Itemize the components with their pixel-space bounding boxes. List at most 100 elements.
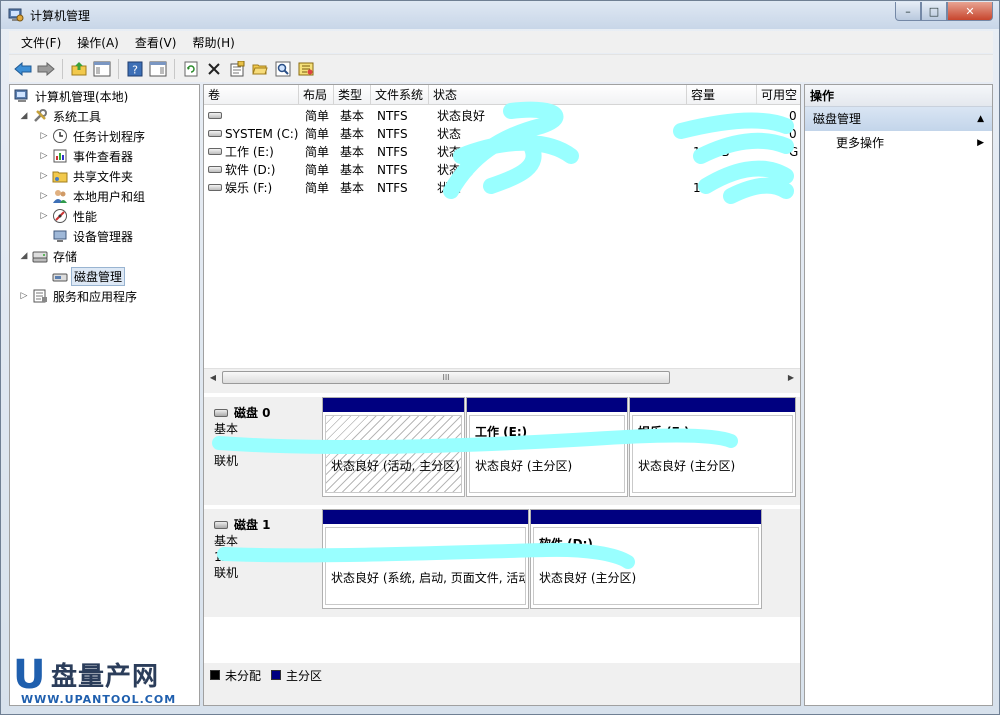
toolbar-separator [118,58,119,79]
column-capacity[interactable]: 容量 [687,85,757,105]
tree-item-event-viewer[interactable]: ▷ 事件查看器 [38,147,135,165]
tree-item-system-tools[interactable]: ◢ 系统工具 [18,107,103,125]
show-hide-pane-icon[interactable] [148,59,168,79]
partition-system-reserved[interactable]: 状态良好 (活动, 主分区) [322,397,465,497]
column-volume[interactable]: 卷 [204,85,299,105]
up-folder-icon[interactable] [69,59,89,79]
disk-1-block: 磁盘 1 基本 12 GB 联机 状态良好 (系统, 启动, 页面文件, 活动 [204,509,800,617]
column-filesystem[interactable]: 文件系统 [371,85,429,105]
scroll-left-icon[interactable]: ◀ [206,371,220,384]
table-row[interactable]: SYSTEM (C:) 简单 基本 NTFS 状态 0 [204,125,800,143]
services-icon [32,288,48,304]
table-row[interactable]: 简单 基本 NTFS 状态良好 0 [204,107,800,125]
column-type[interactable]: 类型 [334,85,371,105]
legend-primary: 主分区 [286,668,323,683]
menu-action[interactable]: 操作(A) [69,34,127,51]
partition-size [638,441,787,458]
free-cell: 0 [789,109,797,123]
disk-management-icon [52,268,68,284]
tree-item-services-apps[interactable]: ▷ 服务和应用程序 [18,287,139,305]
svg-text:?: ? [132,63,138,76]
tools-icon [32,108,48,124]
forward-arrow-icon[interactable] [36,59,56,79]
logo-url: WWW.UPANTOOL.COM [21,693,177,706]
menu-help[interactable]: 帮助(H) [184,34,242,51]
partition-system-c[interactable]: 状态良好 (系统, 启动, 页面文件, 活动 [322,509,529,609]
disk-0-label[interactable]: 磁盘 0 基本 联机 [204,397,320,501]
refresh-icon[interactable] [181,59,201,79]
scroll-right-icon[interactable]: ▶ [784,371,798,384]
close-button[interactable]: ✕ [947,2,993,21]
window-controls: – □ ✕ [895,2,993,21]
computer-management-icon [14,88,30,104]
menu-bar: 文件(F) 操作(A) 查看(V) 帮助(H) [9,31,993,53]
partition-name: 软件 (D:) [539,537,593,551]
export-icon[interactable] [296,59,316,79]
tree-label: 事件查看器 [73,149,134,164]
status-cell: 状态 [437,127,462,141]
scroll-thumb[interactable]: III [222,371,670,384]
open-folder-icon[interactable] [250,59,270,79]
search-icon[interactable] [273,59,293,79]
expand-arrow-icon[interactable]: ▷ [38,211,50,221]
layout-cell: 简单 [305,109,330,123]
partition-entertainment-f[interactable]: 娱乐 (F:) 状态良好 (主分区) [629,397,796,497]
tree-item-performance[interactable]: ▷ 性能 [38,207,99,225]
type-cell: 基本 [340,181,365,195]
tree-item-task-scheduler[interactable]: ▷ 任务计划程序 [38,127,147,145]
window-title: 计算机管理 [30,9,91,23]
collapse-arrow-icon[interactable]: ◢ [18,111,30,121]
menu-file[interactable]: 文件(F) [13,34,69,51]
type-cell: 基本 [340,127,365,141]
actions-section-disk-management[interactable]: 磁盘管理 ▲ [805,107,992,131]
minimize-button[interactable]: – [895,2,921,21]
partition-work-e[interactable]: 工作 (E:) 状态良好 (主分区) [466,397,628,497]
collapse-arrow-icon[interactable]: ◢ [18,251,30,261]
disk-1-label[interactable]: 磁盘 1 基本 12 GB 联机 [204,509,320,613]
maximize-button[interactable]: □ [921,2,947,21]
tree-item-root[interactable]: 计算机管理(本地) [12,87,130,105]
partition-size [475,441,619,458]
expand-arrow-icon[interactable]: ▷ [38,151,50,161]
table-row[interactable]: 软件 (D:) 简单 基本 NTFS 状态良 [204,161,800,179]
title-bar[interactable]: 计算机管理 – □ ✕ [1,1,999,29]
tree-item-device-manager[interactable]: 设备管理器 [50,227,135,245]
column-status[interactable]: 状态 [429,85,687,105]
tree-item-storage[interactable]: ◢ 存储 [18,247,79,265]
column-free[interactable]: 可用空 [757,85,800,105]
tree-label: 共享文件夹 [73,169,134,184]
tree-label: 设备管理器 [73,229,134,244]
expand-arrow-icon[interactable]: ▷ [38,191,50,201]
properties-icon[interactable] [227,59,247,79]
volume-name: 工作 (E:) [225,145,274,159]
table-row[interactable]: 娱乐 (F:) 简单 基本 NTFS 状态 14 [204,179,800,197]
partition-software-d[interactable]: 软件 (D:) 状态良好 (主分区) [530,509,762,609]
table-row[interactable]: 工作 (E:) 简单 基本 NTFS 状态良 12 GB G [204,143,800,161]
expand-arrow-icon[interactable]: ▷ [38,171,50,181]
partition-legend: 未分配 主分区 [204,665,800,685]
back-arrow-icon[interactable] [13,59,33,79]
performance-icon [52,208,68,224]
filesystem-cell: NTFS [377,163,408,177]
delete-icon[interactable] [204,59,224,79]
event-viewer-icon [52,148,68,164]
chevron-right-icon: ▶ [977,138,984,148]
partition-name: 娱乐 (F:) [638,425,690,439]
tree-label: 磁盘管理 [71,266,126,286]
tree-item-disk-management[interactable]: 磁盘管理 [50,266,126,286]
capacity-cell [691,125,757,143]
more-actions-item[interactable]: 更多操作 ▶ [805,131,992,155]
column-layout[interactable]: 布局 [299,85,334,105]
menu-view[interactable]: 查看(V) [127,34,185,51]
help-icon[interactable]: ? [125,59,145,79]
free-cell [787,161,799,179]
collapse-up-icon[interactable]: ▲ [977,107,984,131]
tree-item-local-users[interactable]: ▷ 本地用户和组 [38,187,147,205]
partition-header [531,510,761,524]
expand-arrow-icon[interactable]: ▷ [38,131,50,141]
expand-arrow-icon[interactable]: ▷ [18,291,30,301]
tree-label: 存储 [53,249,78,264]
console-tree-icon[interactable] [92,59,112,79]
horizontal-scrollbar[interactable]: ◀ III ▶ [204,368,800,385]
tree-item-shared-folders[interactable]: ▷ 共享文件夹 [38,167,135,185]
